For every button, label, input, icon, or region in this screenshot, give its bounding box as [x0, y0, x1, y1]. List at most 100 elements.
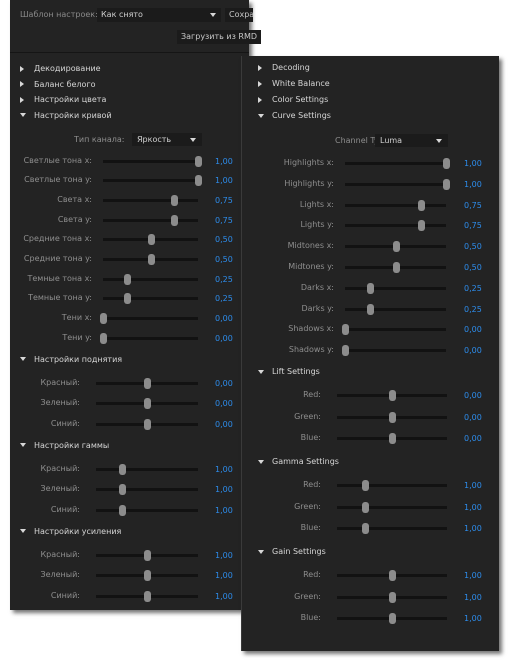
slider-value[interactable]: 0,00	[215, 420, 233, 429]
slider-track[interactable]	[96, 463, 198, 475]
slider-value[interactable]: 1,00	[215, 571, 233, 580]
section-header-group[interactable]: Настройки усиления	[20, 527, 121, 536]
slider-thumb[interactable]	[389, 570, 396, 582]
slider-thumb[interactable]	[144, 398, 151, 410]
slider-track[interactable]	[103, 254, 198, 265]
slider-track[interactable]	[345, 303, 446, 315]
slider-value[interactable]: 0,50	[215, 255, 233, 264]
slider-track[interactable]	[103, 293, 198, 305]
slider-track[interactable]	[96, 484, 198, 496]
slider-value[interactable]: 0,00	[215, 334, 233, 343]
slider-value[interactable]: 0,50	[464, 242, 482, 251]
slider-track[interactable]	[345, 282, 446, 294]
slider-value[interactable]: 1,00	[215, 592, 233, 601]
slider-track[interactable]	[103, 155, 202, 167]
section-header-curve[interactable]: Настройки кривой	[20, 111, 112, 120]
slider-value[interactable]: 1,00	[215, 485, 233, 494]
slider-value[interactable]: 1,00	[464, 180, 482, 189]
slider-thumb[interactable]	[389, 591, 396, 603]
slider-thumb[interactable]	[147, 254, 155, 265]
section-header-group[interactable]: Lift Settings	[258, 367, 320, 376]
slider-track[interactable]	[345, 220, 446, 232]
slider-thumb[interactable]	[144, 549, 151, 561]
slider-value[interactable]: 0,50	[215, 235, 233, 244]
slider-track[interactable]	[337, 570, 447, 582]
slider-thumb[interactable]	[389, 613, 396, 625]
slider-thumb[interactable]	[417, 199, 425, 211]
slider-track[interactable]	[345, 199, 446, 211]
slider-value[interactable]: 0,75	[215, 196, 233, 205]
section-header-collapsed[interactable]: Color Settings	[258, 95, 328, 104]
slider-thumb[interactable]	[443, 178, 450, 190]
slider-thumb[interactable]	[443, 158, 450, 169]
slider-value[interactable]: 1,00	[215, 176, 233, 185]
slider-value[interactable]: 1,00	[215, 157, 233, 166]
slider-track[interactable]	[103, 273, 198, 285]
slider-value[interactable]: 1,00	[464, 159, 482, 168]
load-rmd-button[interactable]: Загрузить из RMD	[177, 30, 262, 44]
slider-track[interactable]	[342, 345, 446, 357]
slider-track[interactable]	[96, 377, 198, 389]
slider-value[interactable]: 0,25	[215, 275, 233, 284]
slider-value[interactable]: 0,00	[464, 434, 482, 443]
slider-value[interactable]: 0,25	[464, 305, 482, 314]
slider-track[interactable]	[345, 241, 446, 253]
slider-value[interactable]: 1,00	[215, 465, 233, 474]
section-header-collapsed[interactable]: Баланс белого	[20, 80, 96, 89]
slider-track[interactable]	[103, 234, 198, 246]
slider-value[interactable]: 0,00	[464, 413, 482, 422]
slider-track[interactable]	[100, 332, 198, 344]
slider-thumb[interactable]	[100, 332, 107, 344]
slider-value[interactable]: 0,75	[464, 221, 482, 230]
section-header-group[interactable]: Настройки гаммы	[20, 441, 109, 450]
slider-thumb[interactable]	[361, 480, 369, 492]
slider-value[interactable]: 0,00	[464, 346, 482, 355]
slider-thumb[interactable]	[367, 303, 375, 315]
slider-track[interactable]	[337, 501, 447, 513]
slider-thumb[interactable]	[389, 411, 396, 423]
slider-thumb[interactable]	[195, 175, 202, 187]
slider-thumb[interactable]	[144, 570, 151, 582]
slider-thumb[interactable]	[392, 241, 400, 253]
slider-thumb[interactable]	[118, 484, 126, 496]
slider-track[interactable]	[337, 433, 447, 445]
slider-track[interactable]	[337, 523, 447, 535]
slider-thumb[interactable]	[367, 282, 375, 294]
slider-thumb[interactable]	[342, 324, 349, 336]
slider-value[interactable]: 0,00	[215, 399, 233, 408]
slider-thumb[interactable]	[342, 345, 349, 357]
section-header-collapsed[interactable]: Decoding	[258, 63, 310, 72]
slider-value[interactable]: 0,75	[464, 201, 482, 210]
slider-thumb[interactable]	[144, 418, 151, 430]
slider-track[interactable]	[96, 549, 198, 561]
slider-track[interactable]	[345, 262, 446, 273]
slider-track[interactable]	[337, 480, 447, 492]
slider-thumb[interactable]	[389, 433, 396, 445]
slider-value[interactable]: 1,00	[464, 524, 482, 533]
channel-type-dropdown[interactable]: Luma	[375, 134, 448, 147]
slider-track[interactable]	[103, 214, 198, 226]
slider-value[interactable]: 1,00	[215, 506, 233, 515]
slider-thumb[interactable]	[392, 262, 400, 273]
slider-thumb[interactable]	[147, 234, 155, 246]
slider-thumb[interactable]	[171, 194, 179, 206]
slider-track[interactable]	[337, 613, 447, 625]
slider-thumb[interactable]	[171, 214, 179, 226]
slider-thumb[interactable]	[361, 523, 369, 535]
slider-track[interactable]	[96, 504, 198, 516]
slider-value[interactable]: 1,00	[464, 614, 482, 623]
slider-track[interactable]	[337, 591, 447, 603]
slider-thumb[interactable]	[144, 590, 151, 602]
template-dropdown[interactable]: Как снято	[97, 8, 221, 22]
slider-value[interactable]: 0,50	[464, 263, 482, 272]
slider-value[interactable]: 0,00	[464, 325, 482, 334]
section-header-collapsed[interactable]: Настройки цвета	[20, 95, 106, 104]
slider-track[interactable]	[96, 398, 198, 410]
slider-value[interactable]: 1,00	[464, 593, 482, 602]
slider-value[interactable]: 0,75	[215, 216, 233, 225]
slider-thumb[interactable]	[123, 293, 131, 305]
slider-thumb[interactable]	[389, 390, 396, 402]
slider-track[interactable]	[103, 194, 198, 206]
slider-track[interactable]	[345, 158, 450, 169]
slider-track[interactable]	[96, 570, 198, 582]
